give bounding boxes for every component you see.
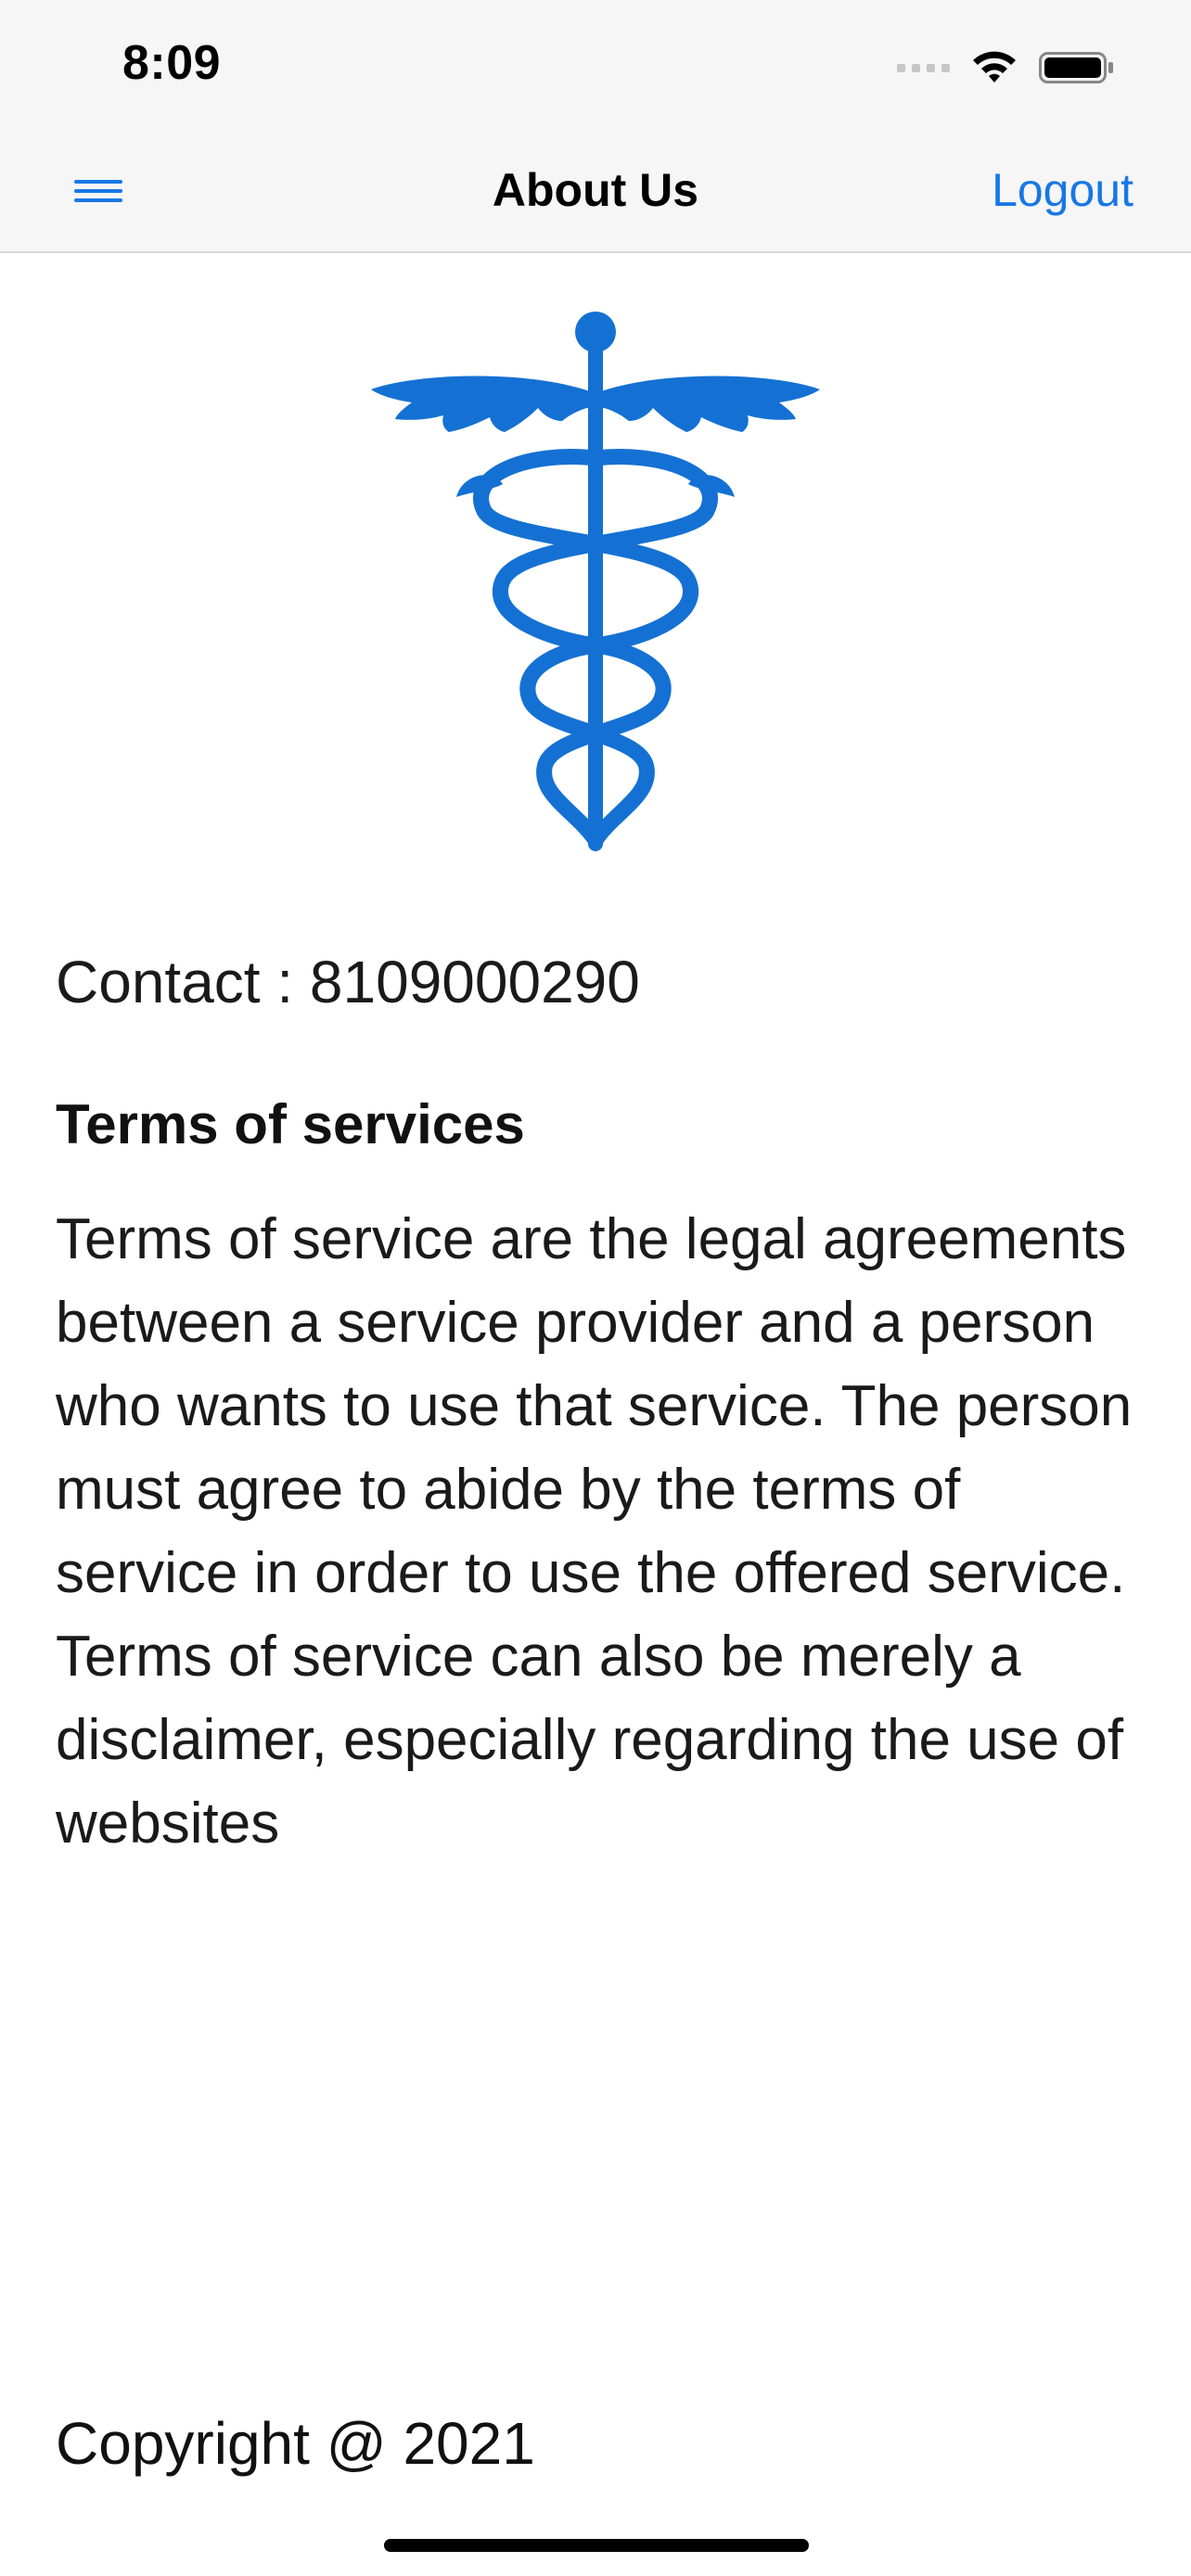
logout-button[interactable]: Logout [992,163,1133,217]
battery-icon [1039,52,1113,83]
contact-text: Contact : 8109000290 [56,949,640,1015]
terms-body: Terms of service are the legal agreement… [56,1207,1133,1855]
caduceus-icon [371,312,820,851]
top-bar: 8:09 About Us Logout [0,0,1191,253]
copyright-text: Copyright @ 2021 [56,2410,535,2477]
wifi-icon [973,51,1016,83]
status-icons [897,45,1115,91]
status-time: 8:09 [122,36,222,90]
terms-heading: Terms of services [56,1093,525,1155]
cellular-signal-icon [897,63,950,72]
home-indicator[interactable] [384,2539,809,2552]
